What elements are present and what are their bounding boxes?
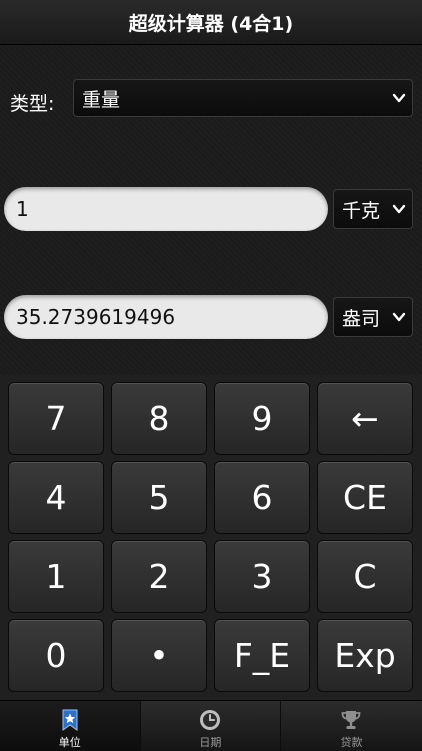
key-8[interactable]: 8 [111,382,207,455]
type-label: 类型: [10,93,55,115]
key-4[interactable]: 4 [8,461,104,534]
output-unit-select[interactable]: 盎司 [333,297,413,337]
tab-date-label: 日期 [199,736,222,749]
input-unit-value: 千克 [342,199,381,222]
chevron-down-icon [392,204,406,214]
fe-key[interactable]: F_E [214,619,310,692]
key-6[interactable]: 6 [214,461,310,534]
tab-loan[interactable]: 贷款 [281,701,422,751]
decimal-point-key[interactable]: • [111,619,207,692]
input-value-text: 1 [16,197,29,221]
exp-key[interactable]: Exp [317,619,413,692]
output-value-text: 35.2739619496 [16,305,176,329]
key-5[interactable]: 5 [111,461,207,534]
input-value-field[interactable]: 1 [4,187,328,231]
star-icon [62,709,78,731]
title-bar: 超级计算器 (4合1) [0,0,422,45]
clear-key[interactable]: C [317,540,413,613]
clock-icon [200,710,221,730]
key-0[interactable]: 0 [8,619,104,692]
type-select[interactable]: 重量 [73,79,413,117]
tab-unit-label: 单位 [58,736,81,749]
tab-unit[interactable]: 单位 [0,701,141,751]
trophy-icon [342,711,361,729]
converter-panel: 类型: 重量 1 千克 35.2739619496 盎司 [0,45,422,375]
key-9[interactable]: 9 [214,382,310,455]
tab-loan-label: 贷款 [340,736,363,749]
app-title: 超级计算器 (4合1) [128,12,294,35]
backspace-key[interactable]: ← [317,382,413,455]
key-2[interactable]: 2 [111,540,207,613]
input-unit-select[interactable]: 千克 [333,189,413,229]
chevron-down-icon [392,312,406,322]
key-7[interactable]: 7 [8,382,104,455]
key-1[interactable]: 1 [8,540,104,613]
output-value-field[interactable]: 35.2739619496 [4,295,328,339]
clear-entry-key[interactable]: CE [317,461,413,534]
keypad: 7 8 9 ← 4 5 6 CE 1 2 3 C 0 • F_E Exp [0,375,422,700]
key-3[interactable]: 3 [214,540,310,613]
output-unit-value: 盎司 [342,307,381,330]
chevron-down-icon [392,93,406,103]
type-select-value: 重量 [82,88,121,111]
tab-date[interactable]: 日期 [141,701,282,751]
tab-bar: 单位 日期 贷款 [0,700,422,751]
